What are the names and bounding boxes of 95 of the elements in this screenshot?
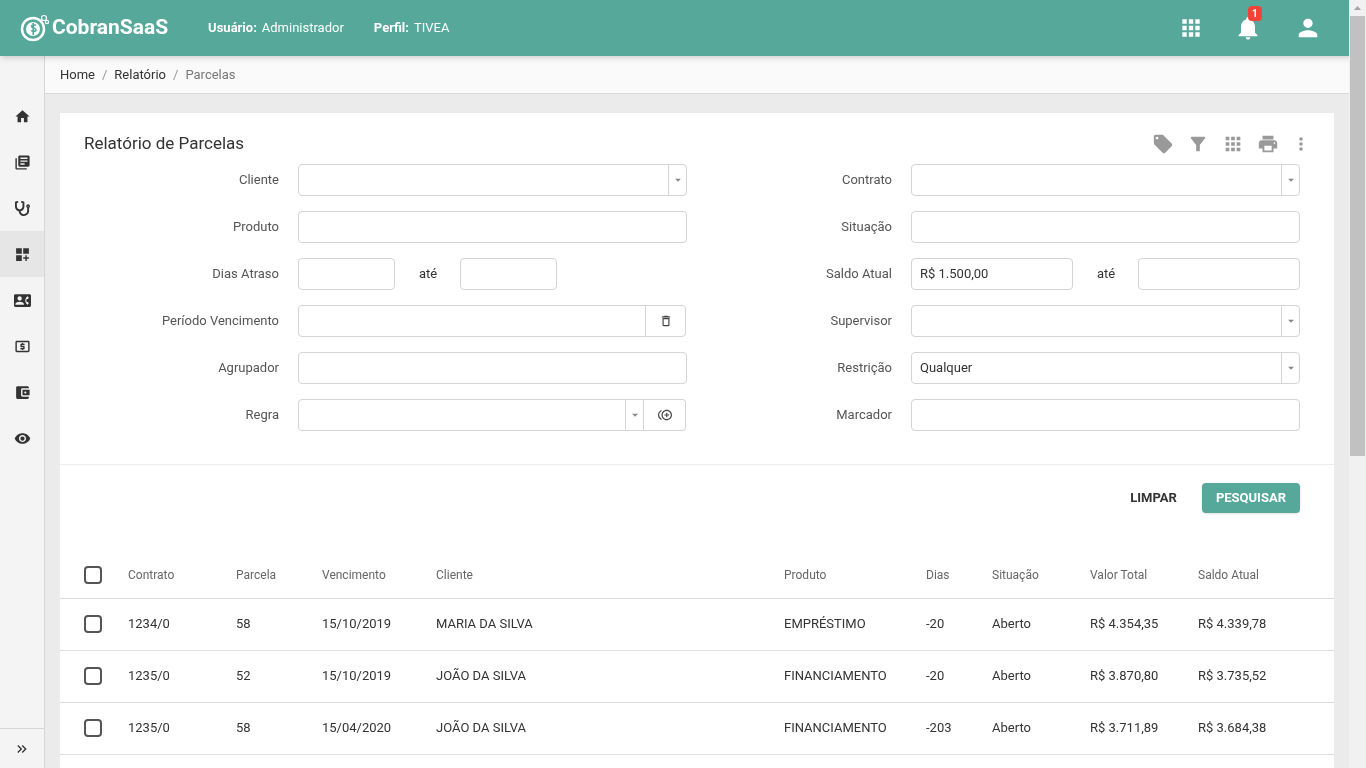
checkbox[interactable] bbox=[84, 719, 102, 737]
field-label: Contrato bbox=[840, 170, 893, 189]
stethoscope-icon bbox=[14, 200, 30, 216]
profile-name: TIVEA bbox=[413, 19, 450, 38]
table-cell-text: 15/10/2019 bbox=[322, 615, 393, 634]
field-label: Supervisor bbox=[829, 311, 893, 330]
field-label: Dias Atraso bbox=[211, 264, 280, 283]
table-cell-text: R$ 3.711,89 bbox=[1090, 719, 1160, 738]
profile-label: Perfil: bbox=[373, 19, 409, 38]
table-cell-text: 1234/0 bbox=[128, 615, 171, 634]
logo-icon bbox=[20, 13, 50, 43]
column-header: Cliente bbox=[436, 567, 474, 584]
text-field[interactable] bbox=[298, 210, 687, 243]
table-cell-text: R$ 4.339,78 bbox=[1198, 615, 1268, 634]
select-field[interactable] bbox=[911, 304, 1300, 337]
breadcrumb-separator: / bbox=[102, 65, 108, 84]
user-name: Administrador bbox=[261, 19, 344, 38]
select-field[interactable] bbox=[298, 398, 644, 431]
select-field[interactable] bbox=[298, 163, 687, 196]
text-field[interactable] bbox=[298, 351, 687, 384]
table-cell-text: MARIA DA SILVA bbox=[436, 615, 534, 634]
text-field[interactable] bbox=[911, 210, 1300, 243]
books-icon bbox=[13, 153, 31, 171]
table-cell-text: EMPRÉSTIMO bbox=[784, 615, 867, 634]
table-cell-text: JOÃO DA SILVA bbox=[436, 719, 528, 738]
tag-button[interactable] bbox=[1152, 132, 1174, 155]
card-title: Relatório de Parcelas bbox=[84, 132, 246, 155]
to-field[interactable] bbox=[460, 257, 557, 290]
select-field[interactable] bbox=[911, 163, 1300, 196]
from-field[interactable]: R$ 1.500,00 bbox=[911, 257, 1073, 290]
field-label: Saldo Atual bbox=[825, 264, 893, 283]
breadcrumb-link[interactable]: Relatório bbox=[114, 64, 167, 85]
table-cell-text: -203 bbox=[926, 719, 953, 738]
contact-card-icon bbox=[13, 291, 31, 309]
column-header: Valor Total bbox=[1090, 567, 1149, 584]
field-label: Agrupador bbox=[217, 358, 280, 377]
column-header: Produto bbox=[784, 567, 828, 584]
add-rule-button[interactable] bbox=[644, 398, 686, 431]
breadcrumb-link[interactable]: Parcelas bbox=[185, 64, 236, 85]
select-field[interactable]: Qualquer bbox=[911, 351, 1300, 384]
table-cell-text: JOÃO DA SILVA bbox=[436, 667, 528, 686]
table-cell-text: 58 bbox=[236, 719, 252, 738]
column-header: Dias bbox=[926, 567, 951, 584]
table-cell-text: FINANCIAMENTO bbox=[784, 719, 888, 738]
scrollbar[interactable] bbox=[1349, 0, 1366, 768]
table-cell-text: 15/10/2019 bbox=[322, 667, 393, 686]
column-header: Vencimento bbox=[322, 567, 387, 584]
field-label: Cliente bbox=[238, 170, 280, 189]
table-cell-text: Aberto bbox=[992, 719, 1032, 738]
date-range-field[interactable] bbox=[298, 304, 686, 337]
range-connector: até bbox=[1096, 264, 1117, 283]
scroll-up-arrow-icon[interactable] bbox=[1354, 6, 1361, 10]
column-header: Contrato bbox=[128, 567, 176, 584]
column-header: Saldo Atual bbox=[1198, 567, 1260, 584]
user-label: Usuário: bbox=[208, 19, 257, 38]
table-cell-text: 15/04/2020 bbox=[322, 719, 393, 738]
text-field[interactable] bbox=[911, 398, 1300, 431]
field-label: Situação bbox=[840, 217, 893, 236]
table-cell-text: Aberto bbox=[992, 667, 1032, 686]
table-cell-text: -20 bbox=[926, 615, 946, 634]
table-cell-text: R$ 3.870,80 bbox=[1090, 667, 1160, 686]
notification-badge: 1 bbox=[1248, 6, 1262, 21]
table-cell-text: 58 bbox=[236, 615, 252, 634]
table-cell-text: 52 bbox=[236, 667, 252, 686]
checkbox[interactable] bbox=[84, 566, 102, 584]
column-header: Situação bbox=[992, 567, 1040, 584]
table-cell-text: -20 bbox=[926, 667, 946, 686]
checkbox[interactable] bbox=[84, 615, 102, 633]
more-vertical-icon bbox=[1299, 136, 1303, 151]
checkbox[interactable] bbox=[84, 667, 102, 685]
table-cell-text: FINANCIAMENTO bbox=[784, 667, 888, 686]
field-label: Produto bbox=[232, 217, 280, 236]
column-header: Parcela bbox=[236, 567, 278, 584]
clear-button[interactable]: LIMPAR bbox=[1122, 482, 1185, 513]
brand-name: CobranSaaS bbox=[52, 14, 169, 42]
table-cell-text: 1235/0 bbox=[128, 667, 171, 686]
breadcrumb-link[interactable]: Home bbox=[60, 64, 95, 85]
range-connector: até bbox=[418, 264, 439, 283]
table-cell-text: 1235/0 bbox=[128, 719, 171, 738]
to-field[interactable] bbox=[1138, 257, 1300, 290]
table-cell-text: R$ 3.735,52 bbox=[1198, 667, 1268, 686]
breadcrumb-separator: / bbox=[173, 65, 179, 84]
sidebar-item[interactable] bbox=[0, 231, 44, 277]
home-icon bbox=[13, 107, 31, 125]
field-label: Período Vencimento bbox=[160, 311, 280, 330]
notifications-button[interactable]: 1 bbox=[1234, 6, 1264, 42]
field-label: Marcador bbox=[835, 405, 893, 424]
field-label: Restrição bbox=[836, 358, 893, 377]
table-cell-text: R$ 3.684,38 bbox=[1198, 719, 1268, 738]
table-cell-text: R$ 4.354,35 bbox=[1090, 615, 1160, 634]
wallet-icon bbox=[13, 383, 31, 401]
field-label: Regra bbox=[244, 405, 280, 424]
from-field[interactable] bbox=[298, 257, 395, 290]
table-cell-text: Aberto bbox=[992, 615, 1032, 634]
dashboard-icon bbox=[13, 245, 31, 263]
